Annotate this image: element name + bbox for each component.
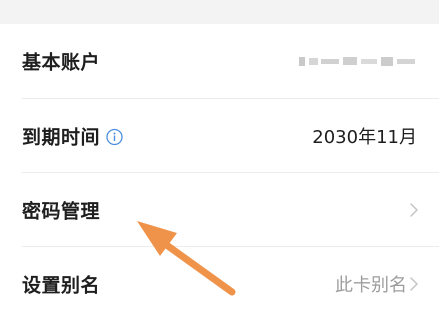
row-expiry-date: 到期时间 2030年11月 [0,99,439,173]
chevron-right-icon [410,277,418,291]
expiry-date-label-group: 到期时间 [22,123,123,150]
masked-account-number [299,57,415,66]
alias-placeholder: 此卡别名 [335,275,407,296]
section-gap [0,0,439,24]
set-alias-label: 设置别名 [22,274,101,297]
row-password-management[interactable]: 密码管理 [0,173,439,247]
expiry-date-label: 到期时间 [22,126,101,149]
row-basic-account: 基本账户 [0,24,439,98]
chevron-right-icon [410,203,418,217]
row-set-alias[interactable]: 设置别名 此卡别名 [0,247,439,321]
expiry-date-value: 2030年11月 [312,127,417,148]
info-icon[interactable] [106,128,123,145]
basic-account-label: 基本账户 [22,51,101,74]
password-management-label: 密码管理 [22,200,101,223]
card-settings-page: 基本账户 到期时间 2030年11月 密码管理 设置别名 此卡别名 [0,0,439,332]
